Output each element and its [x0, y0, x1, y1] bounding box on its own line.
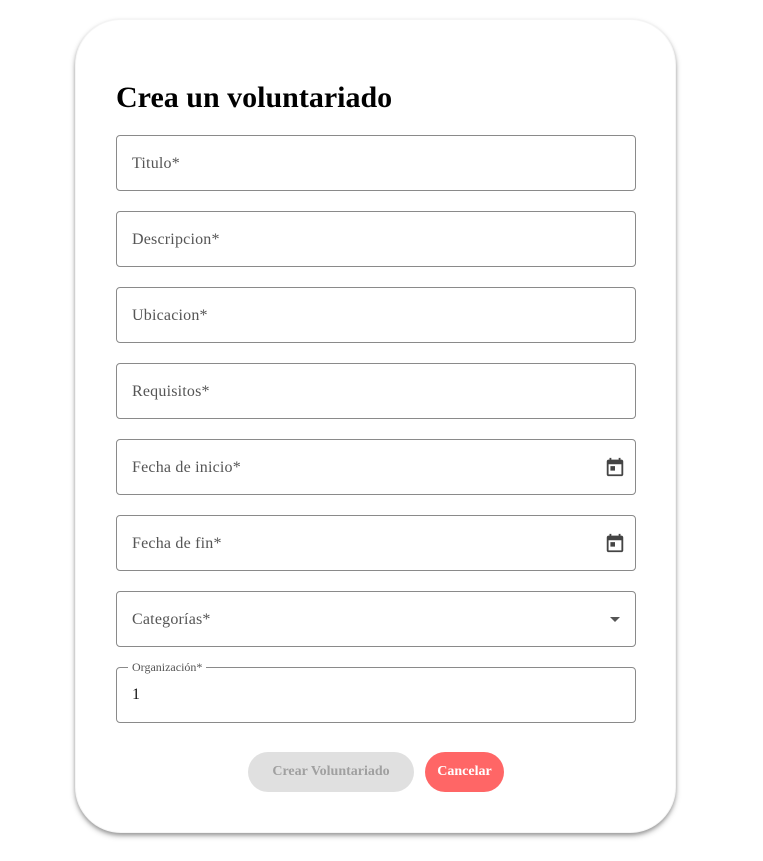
- create-volunteering-button[interactable]: Crear Voluntariado: [248, 752, 414, 792]
- organizacion-label: Organización*: [128, 660, 207, 674]
- dropdown-arrow-icon[interactable]: [610, 617, 620, 622]
- categorias-label: Categorías*: [132, 611, 211, 628]
- fecha-inicio-label: Fecha de inicio*: [132, 459, 241, 476]
- organizacion-field[interactable]: Organización* 1: [116, 660, 636, 723]
- ubicacion-field[interactable]: Ubicacion*: [116, 287, 636, 343]
- titulo-field[interactable]: Titulo*: [116, 135, 636, 191]
- descripcion-field[interactable]: Descripcion*: [116, 211, 636, 267]
- descripcion-label: Descripcion*: [132, 231, 220, 248]
- requisitos-label: Requisitos*: [132, 383, 210, 400]
- titulo-label: Titulo*: [132, 155, 180, 172]
- calendar-icon[interactable]: [604, 456, 626, 478]
- cancel-button[interactable]: Cancelar: [425, 752, 504, 792]
- categorias-select[interactable]: Categorías*: [116, 591, 636, 647]
- fecha-inicio-field[interactable]: Fecha de inicio*: [116, 439, 636, 495]
- fecha-fin-label: Fecha de fin*: [132, 535, 222, 552]
- form-card: Crea un voluntariado Titulo* Descripcion…: [75, 19, 676, 833]
- form-title: Crea un voluntariado: [116, 81, 393, 114]
- calendar-icon[interactable]: [604, 532, 626, 554]
- requisitos-field[interactable]: Requisitos*: [116, 363, 636, 419]
- fecha-fin-field[interactable]: Fecha de fin*: [116, 515, 636, 571]
- organizacion-value: 1: [132, 686, 140, 703]
- ubicacion-label: Ubicacion*: [132, 307, 208, 324]
